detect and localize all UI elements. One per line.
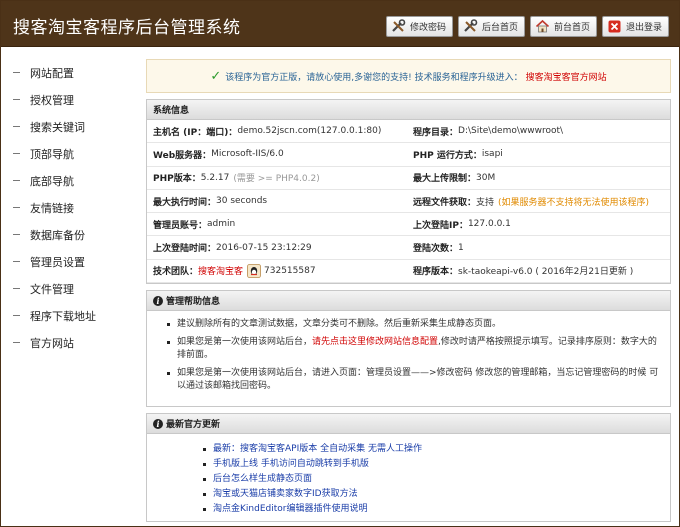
logout-label: 退出登录 bbox=[625, 23, 662, 33]
header-bar: 搜客淘宝客程序后台管理系统 修改密码 后台首页 前台首页 退出登录 bbox=[1, 1, 679, 47]
tools-icon bbox=[391, 19, 406, 34]
sidebar-item-label: 网站配置 bbox=[30, 66, 74, 80]
notice-text: 该程序为官方正版，请放心使用,多谢您的支持! 技术服务和程序升级进入： bbox=[225, 72, 523, 83]
news-item[interactable]: 淘宝或天猫店铺卖家数字ID获取方法 bbox=[203, 487, 660, 502]
sidebar-item-license[interactable]: 授权管理 bbox=[1, 86, 136, 113]
qq-chat-icon[interactable] bbox=[247, 264, 261, 278]
dash-icon bbox=[13, 288, 20, 289]
sidebar-item-label: 搜索关键词 bbox=[30, 120, 85, 134]
info-exec-time: 最大执行时间： 30 seconds bbox=[147, 190, 407, 214]
info-php-version: PHP版本： 5.2.17 (需要 >= PHP4.0.2) bbox=[147, 167, 407, 190]
home-icon bbox=[535, 19, 550, 34]
sidebar-item-download[interactable]: 程序下载地址 bbox=[1, 302, 136, 329]
info-php-mode: PHP 运行方式： isapi bbox=[407, 143, 670, 167]
sidebar: 网站配置 授权管理 搜索关键词 顶部导航 底部导航 友情链接 数据库备份 管理员… bbox=[1, 59, 136, 356]
dash-icon bbox=[13, 99, 20, 100]
team-qq-number: 732515587 bbox=[264, 265, 316, 276]
edit-site-config-link[interactable]: 请先点击这里修改网站信息配置 bbox=[312, 337, 438, 347]
logout-icon bbox=[607, 19, 622, 34]
sidebar-item-site-config[interactable]: 网站配置 bbox=[1, 59, 136, 86]
sidebar-item-bottom-nav[interactable]: 底部导航 bbox=[1, 167, 136, 194]
sidebar-item-label: 授权管理 bbox=[30, 93, 74, 107]
news-item[interactable]: 后台怎么样生成静态页面 bbox=[203, 472, 660, 487]
help-panel: i 管理帮助信息 建议删除所有的文章测试数据，文章分类可不删除。然后重新采集生成… bbox=[146, 290, 671, 408]
info-icon: i bbox=[153, 418, 163, 429]
dash-icon bbox=[13, 342, 20, 343]
info-remote-fetch: 远程文件获取： 支持 (如果服务器不支持将无法使用该程序) bbox=[407, 190, 670, 214]
sidebar-item-admin-settings[interactable]: 管理员设置 bbox=[1, 248, 136, 275]
dash-icon bbox=[13, 72, 20, 73]
news-item[interactable]: 淘点金KindEditor编辑器插件使用说明 bbox=[203, 502, 660, 517]
sidebar-item-label: 顶部导航 bbox=[30, 147, 74, 161]
dash-icon bbox=[13, 153, 20, 154]
sidebar-item-label: 官方网站 bbox=[30, 336, 74, 350]
info-admin-account: 管理员账号： admin bbox=[147, 213, 407, 237]
front-home-label: 前台首页 bbox=[553, 23, 590, 33]
sidebar-item-db-backup[interactable]: 数据库备份 bbox=[1, 221, 136, 248]
help-item-2: 如果您是第一次使用该网站后台，请先点击这里修改网站信息配置,修改时请严格按照提示… bbox=[167, 336, 660, 362]
team-link[interactable]: 搜客淘宝客 bbox=[198, 264, 243, 277]
news-list: 最新：搜客淘宝客API版本 全自动采集 无需人工操作 手机版上线 手机访问自动跳… bbox=[147, 434, 670, 521]
info-last-time: 上次登陆时间： 2016-07-15 23:12:29 bbox=[147, 236, 407, 260]
info-host: 主机名 (IP：端口)： demo.52jscn.com(127.0.0.1:80… bbox=[147, 120, 407, 144]
sidebar-item-label: 管理员设置 bbox=[30, 255, 85, 269]
dash-icon bbox=[13, 315, 20, 316]
sidebar-item-label: 数据库备份 bbox=[30, 228, 85, 242]
info-web-server: Web服务器： Microsoft-IIS/6.0 bbox=[147, 143, 407, 167]
sidebar-item-friend-links[interactable]: 友情链接 bbox=[1, 194, 136, 221]
help-item-1: 建议删除所有的文章测试数据，文章分类可不删除。然后重新采集生成静态页面。 bbox=[167, 318, 660, 331]
top-nav: 修改密码 后台首页 前台首页 退出登录 bbox=[385, 16, 669, 37]
app-title: 搜客淘宝客程序后台管理系统 bbox=[13, 18, 241, 38]
help-panel-header: i 管理帮助信息 bbox=[147, 291, 670, 312]
system-info-grid: 主机名 (IP：端口)： demo.52jscn.com(127.0.0.1:80… bbox=[147, 120, 670, 284]
dash-icon bbox=[13, 234, 20, 235]
sidebar-item-keywords[interactable]: 搜索关键词 bbox=[1, 113, 136, 140]
info-last-ip: 上次登陆IP： 127.0.0.1 bbox=[407, 213, 670, 237]
check-icon: ✓ bbox=[210, 68, 222, 84]
dash-icon bbox=[13, 180, 20, 181]
dash-icon bbox=[13, 261, 20, 262]
sidebar-item-label: 程序下载地址 bbox=[30, 309, 96, 323]
sidebar-item-label: 友情链接 bbox=[30, 201, 74, 215]
admin-home-button[interactable]: 后台首页 bbox=[457, 16, 525, 37]
system-info-panel: 系统信息 主机名 (IP：端口)： demo.52jscn.com(127.0.0… bbox=[146, 99, 671, 285]
change-password-button[interactable]: 修改密码 bbox=[385, 16, 453, 37]
main-content: ✓ 该程序为官方正版，请放心使用,多谢您的支持! 技术服务和程序升级进入： 搜客… bbox=[146, 59, 671, 523]
front-home-button[interactable]: 前台首页 bbox=[529, 16, 597, 37]
dash-icon bbox=[13, 126, 20, 127]
dash-icon bbox=[13, 207, 20, 208]
info-login-count: 登陆次数： 1 bbox=[407, 236, 670, 260]
logout-button[interactable]: 退出登录 bbox=[601, 16, 669, 37]
news-item[interactable]: 最新：搜客淘宝客API版本 全自动采集 无需人工操作 bbox=[203, 442, 660, 457]
notice-bar: ✓ 该程序为官方正版，请放心使用,多谢您的支持! 技术服务和程序升级进入： 搜客… bbox=[146, 59, 671, 93]
info-icon: i bbox=[153, 295, 163, 306]
news-panel: i 最新官方更新 最新：搜客淘宝客API版本 全自动采集 无需人工操作 手机版上… bbox=[146, 413, 671, 523]
news-panel-header: i 最新官方更新 bbox=[147, 414, 670, 435]
app-window: 搜客淘宝客程序后台管理系统 修改密码 后台首页 前台首页 退出登录 网站配置 授… bbox=[0, 0, 680, 527]
sidebar-item-official-site[interactable]: 官方网站 bbox=[1, 329, 136, 356]
help-panel-title: 管理帮助信息 bbox=[166, 297, 221, 308]
tools-icon bbox=[463, 19, 478, 34]
info-team: 技术团队： 搜客淘宝客 732515587 bbox=[147, 260, 407, 284]
sidebar-item-label: 文件管理 bbox=[30, 282, 74, 296]
admin-home-label: 后台首页 bbox=[481, 23, 518, 33]
info-dir: 程序目录： D:\Site\demo\wwwroot\ bbox=[407, 120, 670, 144]
help-item-3: 如果您是第一次使用该网站后台，请进入页面：管理员设置——>修改密码 修改您的管理… bbox=[167, 367, 660, 393]
official-site-link[interactable]: 搜客淘宝客官方网站 bbox=[526, 70, 607, 83]
sidebar-item-label: 底部导航 bbox=[30, 174, 74, 188]
news-item[interactable]: 手机版上线 手机访问自动跳转到手机版 bbox=[203, 457, 660, 472]
system-info-title: 系统信息 bbox=[147, 100, 670, 120]
sidebar-item-top-nav[interactable]: 顶部导航 bbox=[1, 140, 136, 167]
info-upload-limit: 最大上传限制： 30M bbox=[407, 167, 670, 190]
info-version: 程序版本： sk-taokeapi-v6.0 ( 2016年2月21日更新 ) bbox=[407, 260, 670, 284]
news-panel-title: 最新官方更新 bbox=[166, 420, 221, 431]
sidebar-item-file-manager[interactable]: 文件管理 bbox=[1, 275, 136, 302]
change-password-label: 修改密码 bbox=[409, 23, 446, 33]
help-list: 建议删除所有的文章测试数据，文章分类可不删除。然后重新采集生成静态页面。 如果您… bbox=[147, 311, 670, 406]
